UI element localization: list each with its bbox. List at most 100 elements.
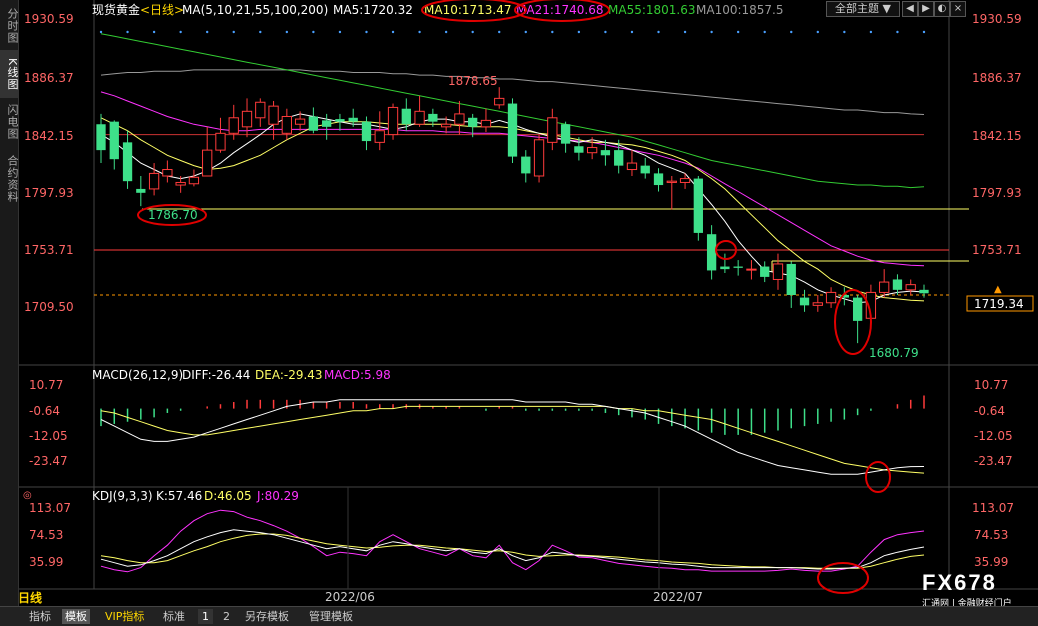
theme-dropdown-label: 全部主题 <box>835 2 880 15</box>
candle-body <box>294 118 306 125</box>
macd-tick: -0.64 <box>974 404 1005 418</box>
signal-dot <box>365 30 368 34</box>
low-label-left: 1786.70 <box>148 208 198 222</box>
chart-canvas[interactable]: 现货黄金 <日线> MA(5,10,21,55,100,200) MA5:172… <box>19 0 1038 606</box>
candle-body <box>892 279 903 290</box>
signal-dot <box>551 30 554 34</box>
date-label: 2022/06 <box>325 590 375 604</box>
price-tick: 1753.71 <box>972 243 1022 257</box>
date-label: 2022/07 <box>653 590 703 604</box>
macd-diff: DIFF:-26.44 <box>182 368 250 382</box>
candle-body <box>162 169 173 177</box>
candle-body <box>361 121 372 142</box>
signal-dot <box>604 30 607 34</box>
signal-dot <box>152 30 156 34</box>
candle-body <box>825 291 837 304</box>
candle-body <box>148 172 160 190</box>
kdj-tick: 113.07 <box>972 501 1014 515</box>
macd-tick: -23.47 <box>974 454 1013 468</box>
macd-tick: -12.05 <box>29 429 68 443</box>
tab-timeshare[interactable]: 分时图 <box>0 4 19 48</box>
tab-contract-info[interactable]: 合约资料 <box>0 146 19 212</box>
macd-tick: -23.47 <box>29 454 68 468</box>
signal-dot <box>657 30 660 34</box>
signal-dot <box>816 30 820 34</box>
tab-kline[interactable]: K线图 <box>0 50 19 98</box>
candle-body <box>480 119 492 128</box>
macd-tick: -0.64 <box>29 404 60 418</box>
price-tick: 1709.50 <box>24 300 74 314</box>
candle-body <box>812 302 823 306</box>
save-template-button[interactable]: 另存模板 <box>242 609 292 624</box>
symbol-name: 现货黄金 <box>92 2 140 17</box>
macd-tick: 10.77 <box>29 378 63 392</box>
ma21-value: MA21:1740.68 <box>516 3 604 17</box>
tab-page-2[interactable]: 2 <box>220 609 233 624</box>
chevron-down-icon: ▼ <box>882 2 891 15</box>
kdj-params: KDJ(9,3,3) <box>92 489 153 503</box>
candle-body <box>255 101 266 119</box>
signal-dot <box>259 30 262 34</box>
kdj-tick: 35.99 <box>29 555 63 569</box>
candle-body <box>614 150 624 166</box>
candle-body <box>626 162 638 171</box>
signal-dot <box>630 30 634 34</box>
candle-body <box>374 130 385 143</box>
signal-dot <box>790 30 793 34</box>
signal-dot <box>843 30 846 34</box>
indicator-settings-icon[interactable]: ◎ <box>23 490 32 501</box>
macd-dea: DEA:-29.43 <box>255 368 323 382</box>
candle-body <box>440 123 452 128</box>
candle-body <box>468 117 478 127</box>
ma-params: MA(5,10,21,55,100,200) <box>182 3 328 17</box>
kdj-axis-right: 113.07 74.53 35.99 <box>972 501 1014 569</box>
ma100-value: MA100:1857.5 <box>696 3 784 17</box>
candle-body <box>666 180 677 183</box>
tab-standard[interactable]: 标准 <box>160 609 188 624</box>
signal-dot <box>418 30 421 34</box>
candle-body <box>322 120 332 127</box>
candle-body <box>706 234 717 271</box>
ma55-value: MA55:1801.63 <box>608 3 696 17</box>
signal-dot <box>710 30 713 34</box>
prev-icon[interactable]: ◀ <box>902 1 918 17</box>
candle-body <box>679 178 691 183</box>
ma5-value: MA5:1720.32 <box>333 3 413 17</box>
ma10-value: MA10:1713.47 <box>424 3 512 17</box>
manage-template-button[interactable]: 管理模板 <box>306 609 356 624</box>
candle-body <box>122 142 133 182</box>
signal-dot <box>736 30 740 34</box>
theme-dropdown[interactable]: 全部主题 ▼ <box>826 1 900 17</box>
signal-dot <box>577 30 581 34</box>
tab-template[interactable]: 模板 <box>62 609 90 624</box>
current-price: 1719.34 <box>974 297 1024 311</box>
candle-body <box>879 281 890 293</box>
period-indicator[interactable]: 日线 <box>0 590 60 606</box>
signal-dot <box>99 30 103 34</box>
zoom-icon[interactable]: ◐ <box>934 1 950 17</box>
signal-dot <box>524 30 527 34</box>
next-icon[interactable]: ▶ <box>918 1 934 17</box>
signal-dot <box>683 30 687 34</box>
candle-body <box>905 284 916 291</box>
candle-body <box>919 289 929 294</box>
kdj-tick: 113.07 <box>29 501 71 515</box>
tab-page-1[interactable]: 1 <box>198 609 213 624</box>
macd-tick: 10.77 <box>974 378 1008 392</box>
candle-body <box>428 113 438 122</box>
candle-body <box>202 149 213 177</box>
tab-vip-indicator[interactable]: VIP指标 <box>102 609 147 624</box>
macd-value: MACD:5.98 <box>324 368 391 382</box>
price-tick: 1842.15 <box>972 129 1022 143</box>
candle-body <box>188 176 200 185</box>
kdj-tick: 74.53 <box>974 528 1008 542</box>
candle-body <box>268 105 279 125</box>
tab-lightning[interactable]: 闪电图 <box>0 100 19 144</box>
candle-body <box>136 188 146 193</box>
watermark-logo: FX678 <box>922 570 997 595</box>
signal-dot <box>312 30 315 34</box>
tab-indicator[interactable]: 指标 <box>26 609 54 624</box>
signal-dot <box>232 30 235 34</box>
candle-body <box>533 139 545 177</box>
close-icon[interactable]: × <box>950 1 966 17</box>
